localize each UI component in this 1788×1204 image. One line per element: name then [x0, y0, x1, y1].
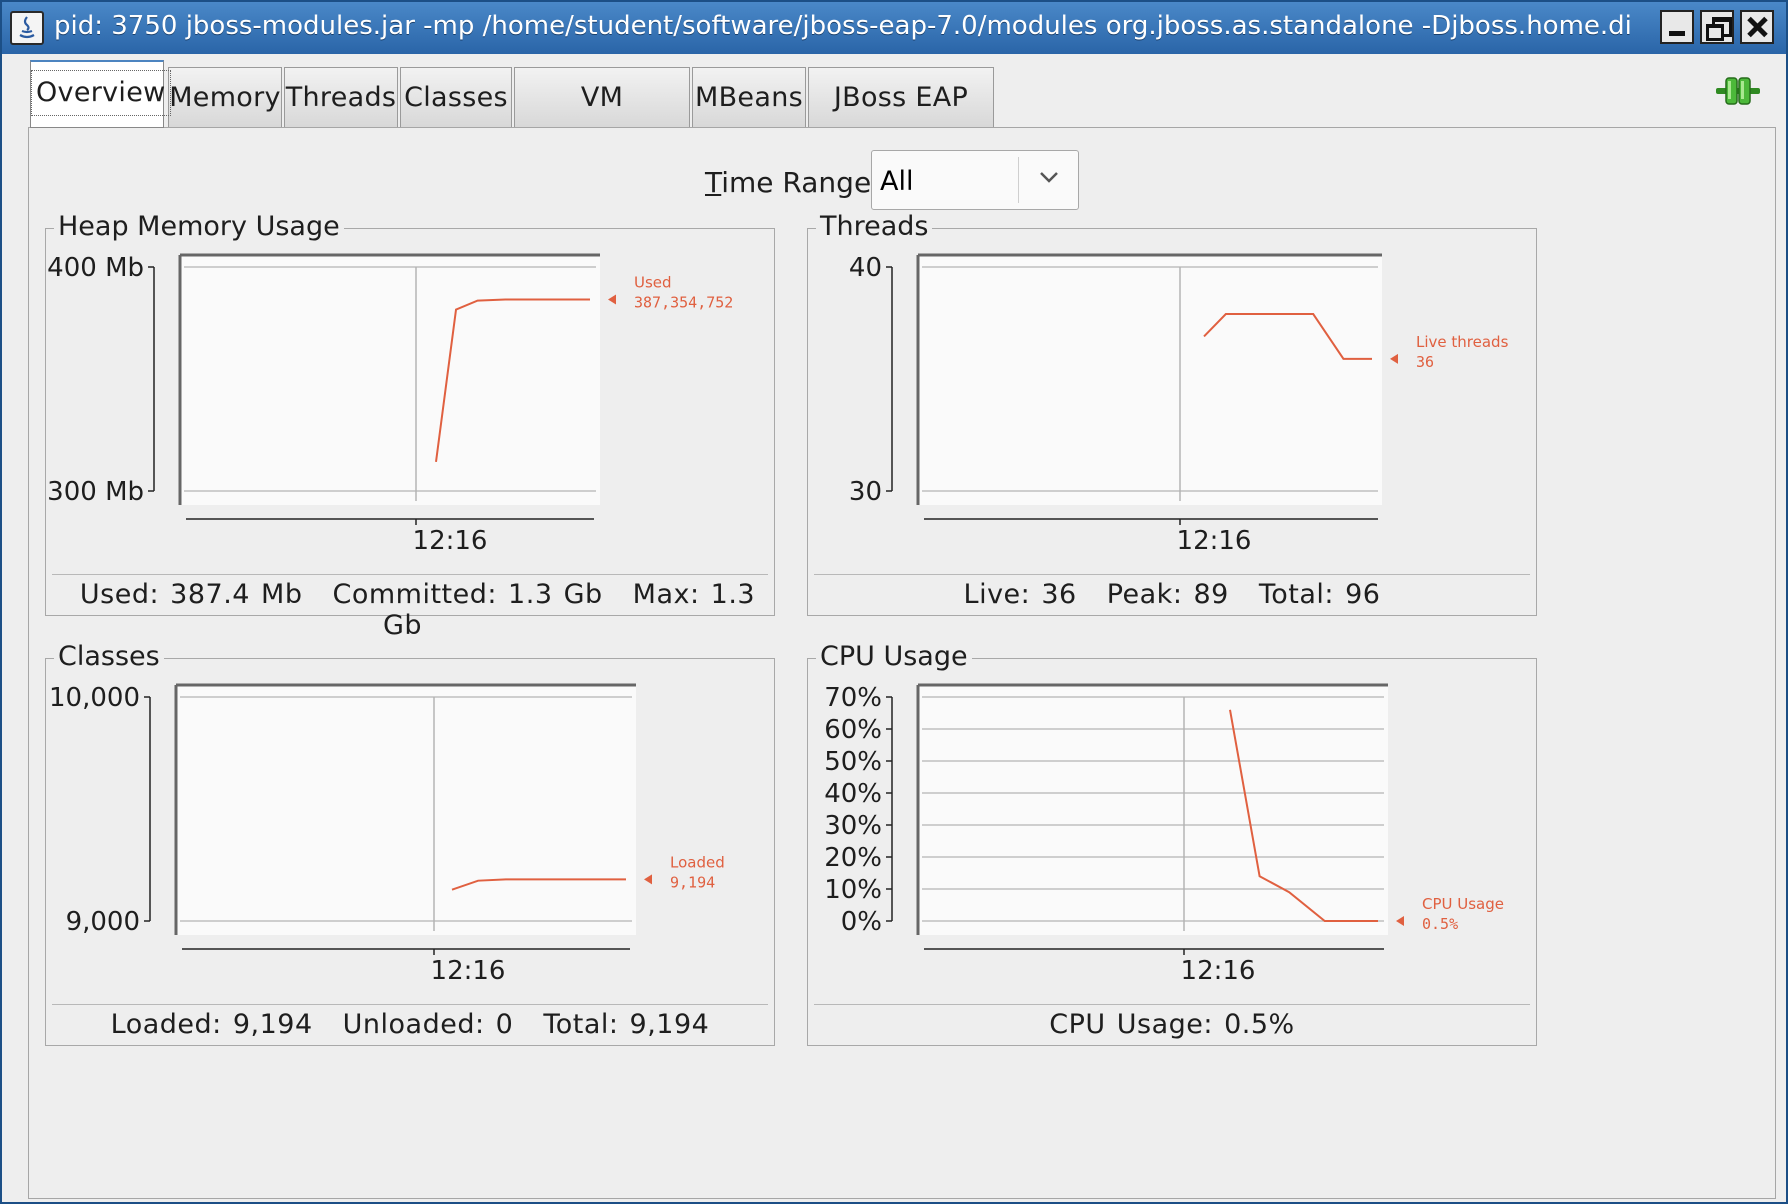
time-range-label: Time Range: — [705, 166, 881, 199]
series-name-label: CPU Usage — [1422, 895, 1504, 913]
heap-committed: Committed: 1.3 Gb — [332, 579, 603, 610]
tab-overview[interactable]: Overview — [30, 60, 171, 128]
plot-area — [918, 685, 1388, 935]
y-tick-label: 10,000 — [49, 683, 140, 713]
y-tick-label: 20% — [824, 843, 882, 873]
time-range-label-text: ime Range: — [721, 166, 881, 199]
y-tick-label: 40 — [849, 253, 882, 283]
heap-memory-status: Used: 387.4 Mb Committed: 1.3 Gb Max: 1.3 … — [46, 579, 774, 641]
tab-memory[interactable]: Memory — [168, 67, 282, 127]
title-bar[interactable]: pid: 3750 jboss-modules.jar -mp /home/st… — [2, 2, 1786, 54]
y-tick-label: 50% — [824, 747, 882, 777]
y-tick-label: 60% — [824, 715, 882, 745]
y-tick-label: 400 Mb — [47, 253, 144, 283]
status-separator — [814, 1004, 1530, 1005]
series-value-label: 387,354,752 — [634, 293, 733, 311]
cpu-usage-group: CPU Usage 70% 60% 50% 40% 30% 20% 10% 0% 12:16 CP… — [807, 641, 1537, 1046]
series-name-label: Used — [634, 273, 672, 291]
chevron-down-icon[interactable] — [1038, 167, 1060, 187]
y-tick-label: 40% — [824, 779, 882, 809]
tab-classes[interactable]: Classes — [400, 67, 512, 127]
status-separator — [814, 574, 1530, 575]
window-title: pid: 3750 jboss-modules.jar -mp /home/st… — [54, 11, 1634, 41]
cpu-usage-value: CPU Usage: 0.5% — [1049, 1009, 1295, 1040]
restore-icon[interactable] — [1700, 10, 1734, 44]
heap-used: Used: 387.4 Mb — [79, 579, 303, 610]
y-tick-label: 10% — [824, 875, 882, 905]
status-separator — [52, 574, 768, 575]
x-tick-label: 12:16 — [1181, 956, 1256, 986]
cpu-usage-status: CPU Usage: 0.5% — [808, 1009, 1536, 1040]
x-tick-label: 12:16 — [431, 956, 506, 986]
close-icon[interactable] — [1740, 10, 1774, 44]
threads-total: Total: 96 — [1258, 579, 1381, 610]
time-range-select[interactable]: All — [871, 150, 1079, 210]
classes-total: Total: 9,194 — [543, 1009, 710, 1040]
classes-loaded: Loaded: 9,194 — [110, 1009, 313, 1040]
y-tick-label: 30% — [824, 811, 882, 841]
y-tick-label: 70% — [824, 683, 882, 713]
time-range-value: All — [880, 166, 914, 197]
series-name-label: Live threads — [1416, 333, 1509, 351]
series-value-label: 36 — [1416, 353, 1434, 371]
threads-chart: 40 30 12:16 Live threads 36 — [849, 253, 1509, 556]
threads-peak: Peak: 89 — [1106, 579, 1229, 610]
connection-status-icon[interactable] — [1714, 74, 1762, 108]
classes-unloaded: Unloaded: 0 — [342, 1009, 514, 1040]
y-tick-label: 30 — [849, 477, 882, 507]
overview-panel: Time Range: All Heap Memory Usage 400 Mb… — [28, 127, 1776, 1199]
classes-status: Loaded: 9,194 Unloaded: 0 Total: 9,194 — [46, 1009, 774, 1040]
mnemonic-letter: T — [705, 166, 722, 199]
java-app-icon[interactable] — [10, 11, 44, 45]
x-tick-label: 12:16 — [413, 526, 488, 556]
series-name-label: Loaded — [670, 853, 725, 871]
status-separator — [52, 1004, 768, 1005]
heap-memory-group: Heap Memory Usage 400 Mb 300 Mb 12:16 Used 3… — [45, 211, 775, 641]
y-tick-label: 9,000 — [66, 907, 140, 937]
plot-area — [180, 255, 600, 505]
series-value-label: 0.5% — [1422, 915, 1458, 933]
y-tick-label: 0% — [841, 907, 882, 937]
classes-chart: 10,000 9,000 12:16 Loaded 9,194 — [49, 683, 725, 986]
series-marker-arrow — [644, 874, 652, 885]
y-tick-label: 300 Mb — [47, 477, 144, 507]
series-value-label: 9,194 — [670, 873, 715, 891]
tab-vm-summary[interactable]: VM Summary — [514, 67, 690, 173]
classes-group: Classes 10,000 9,000 12:16 Loaded 9,194 Load… — [45, 641, 775, 1046]
minimize-icon[interactable] — [1660, 10, 1694, 44]
series-marker-arrow — [1396, 916, 1404, 926]
select-divider — [1018, 157, 1019, 203]
plot-area — [176, 685, 636, 935]
series-marker-arrow — [1390, 353, 1398, 364]
tab-jboss-eap-cli[interactable]: JBoss EAP CLI — [808, 67, 994, 173]
heap-memory-chart: 400 Mb 300 Mb 12:16 Used 387,354,752 — [47, 253, 733, 556]
threads-group: Threads 40 30 12:16 Live threads 36 Live: 36… — [807, 211, 1537, 616]
x-tick-label: 12:16 — [1177, 526, 1252, 556]
tab-label: Overview — [31, 70, 171, 116]
tab-mbeans[interactable]: MBeans — [692, 67, 806, 127]
plot-area — [918, 255, 1382, 505]
series-marker-arrow — [608, 294, 616, 305]
threads-status: Live: 36 Peak: 89 Total: 96 — [808, 579, 1536, 610]
tab-threads[interactable]: Threads — [284, 67, 398, 127]
application-window: pid: 3750 jboss-modules.jar -mp /home/st… — [0, 0, 1788, 1204]
threads-live: Live: 36 — [963, 579, 1077, 610]
cpu-usage-chart: 70%60%50%40%30%20%10%0% 12:16 CPU Usage 0.5… — [824, 683, 1504, 986]
